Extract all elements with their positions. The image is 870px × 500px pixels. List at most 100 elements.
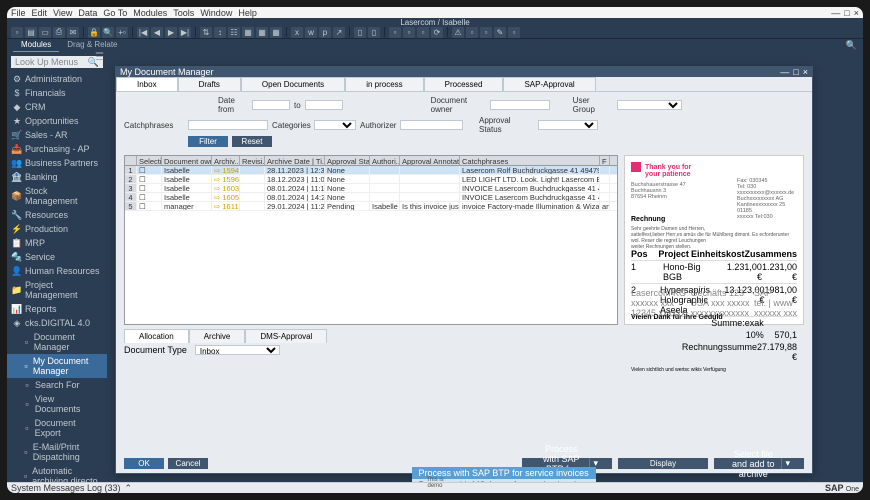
tb-e2-icon[interactable]: ▫ bbox=[403, 27, 415, 38]
menu-goto[interactable]: Go To bbox=[103, 8, 127, 18]
modal-minimize-icon[interactable]: — bbox=[780, 67, 789, 77]
close-icon[interactable]: × bbox=[854, 8, 859, 18]
grid-row[interactable]: 1☐Isabelle⇨ 159428.11.2023 | 12:36NoneLa… bbox=[125, 166, 617, 175]
grid-header[interactable]: Authori... bbox=[370, 156, 400, 165]
tb-find-icon[interactable]: 🔍 bbox=[102, 27, 114, 38]
grid-header[interactable]: Catchphrases bbox=[460, 156, 600, 165]
sidebar-item[interactable]: 📁Project Management bbox=[7, 278, 107, 302]
menu-view[interactable]: View bbox=[53, 8, 72, 18]
grid-row[interactable]: 4☐Isabelle⇨ 160508.01.2024 | 14:26NoneIN… bbox=[125, 193, 617, 202]
nav-tab-drag[interactable]: Drag & Relate bbox=[59, 38, 125, 53]
date-from-input[interactable] bbox=[252, 100, 290, 110]
status-text[interactable]: System Messages Log (33) bbox=[11, 483, 121, 493]
sub-tab-archive[interactable]: Archive bbox=[189, 329, 246, 343]
sidebar-item[interactable]: 🔩Service bbox=[7, 250, 107, 264]
grid-row[interactable]: 3☐Isabelle⇨ 160308.01.2024 | 11:13NoneIN… bbox=[125, 184, 617, 193]
grid-row[interactable]: 2☐Isabelle⇨ 159618.12.2023 | 11:06NoneLE… bbox=[125, 175, 617, 184]
sidebar-subitem[interactable]: ▫Document Manager bbox=[7, 330, 107, 354]
grid-header[interactable] bbox=[125, 156, 137, 165]
tb-e3-icon[interactable]: ▫ bbox=[417, 27, 429, 38]
tb-prev-icon[interactable]: ◀ bbox=[151, 27, 163, 38]
tab-sap-approval[interactable]: SAP-Approval bbox=[503, 77, 595, 91]
date-to-input[interactable] bbox=[305, 100, 343, 110]
sidebar-item[interactable]: ◈cks.DIGITAL 4.0 bbox=[7, 316, 107, 330]
tb-e8-icon[interactable]: ▫ bbox=[508, 27, 520, 38]
hamburger-icon[interactable]: ☰ bbox=[95, 52, 104, 63]
modal-maximize-icon[interactable]: □ bbox=[793, 67, 798, 77]
tb-lock-icon[interactable]: 🔒 bbox=[88, 27, 100, 38]
tab-open-documents[interactable]: Open Documents bbox=[241, 77, 345, 91]
maximize-icon[interactable]: □ bbox=[844, 8, 849, 18]
tb-e4-icon[interactable]: ⟳ bbox=[431, 27, 443, 38]
grid-header[interactable]: Selecti... bbox=[137, 156, 162, 165]
minimize-icon[interactable]: — bbox=[831, 8, 840, 18]
grid-header[interactable]: Revisi... bbox=[240, 156, 265, 165]
sidebar-item[interactable]: $Financials bbox=[7, 86, 107, 100]
tb-tree-icon[interactable]: ☷ bbox=[228, 27, 240, 38]
sidebar-item[interactable]: 🔧Resources bbox=[7, 208, 107, 222]
tb-filter-icon[interactable]: ⇅ bbox=[200, 27, 212, 38]
tb-x2-icon[interactable]: ▦ bbox=[256, 27, 268, 38]
sidebar-item[interactable]: ◆CRM bbox=[7, 100, 107, 114]
sidebar-item[interactable]: ⚙Administration bbox=[7, 72, 107, 86]
doc-owner-input[interactable] bbox=[490, 100, 550, 110]
sidebar-subitem[interactable]: ▫Automatic archiving directo bbox=[7, 464, 107, 482]
grid-header[interactable]: Archive Date | Ti... bbox=[265, 156, 325, 165]
grid-row[interactable]: 5☐manager⇨ 161129.01.2024 | 11:25Pending… bbox=[125, 202, 617, 211]
lookup-menus-input[interactable]: Look Up Menus🔍 bbox=[11, 56, 103, 68]
tab-in-process[interactable]: in process bbox=[345, 77, 423, 91]
documents-grid[interactable]: Selecti...Document ownerArchiv...Revisi.… bbox=[124, 155, 618, 325]
tb-next-icon[interactable]: ▶ bbox=[165, 27, 177, 38]
modal-titlebar[interactable]: My Document Manager — □ × bbox=[116, 67, 812, 77]
tb-add-icon[interactable]: +▫ bbox=[116, 27, 128, 38]
cancel-button[interactable]: Cancel bbox=[168, 458, 208, 469]
grid-header[interactable]: Document owner bbox=[162, 156, 212, 165]
reset-button[interactable]: Reset bbox=[232, 136, 272, 147]
menu-window[interactable]: Window bbox=[200, 8, 232, 18]
tab-inbox[interactable]: Inbox bbox=[116, 77, 178, 91]
tb-new-icon[interactable]: ▫ bbox=[11, 27, 23, 38]
tb-word-icon[interactable]: w bbox=[305, 27, 317, 38]
sidebar-item[interactable]: ★Opportunities bbox=[7, 114, 107, 128]
nav-tab-modules[interactable]: Modules bbox=[13, 38, 59, 53]
sidebar-subitem[interactable]: ▫My Document Manager bbox=[7, 354, 107, 378]
grid-header[interactable]: Approval Sta... bbox=[325, 156, 370, 165]
tb-e7-icon[interactable]: ✎ bbox=[494, 27, 506, 38]
status-chevron-icon[interactable]: ⌃ bbox=[125, 483, 133, 494]
ok-button[interactable]: OK bbox=[124, 458, 164, 469]
sidebar-item[interactable]: ⚡Production bbox=[7, 222, 107, 236]
grid-header[interactable]: F bbox=[600, 156, 610, 165]
tab-processed[interactable]: Processed bbox=[424, 77, 504, 91]
user-group-select[interactable] bbox=[617, 100, 682, 110]
tab-drafts[interactable]: Drafts bbox=[178, 77, 241, 91]
doctype-select[interactable]: Inbox bbox=[195, 345, 280, 355]
menu-edit[interactable]: Edit bbox=[32, 8, 48, 18]
tb-launch-icon[interactable]: ↗ bbox=[333, 27, 345, 38]
tb-sort-icon[interactable]: ↕ bbox=[214, 27, 226, 38]
tb-alert-icon[interactable]: ⚠ bbox=[452, 27, 464, 38]
sidebar-item[interactable]: 🛒Sales - AR bbox=[7, 128, 107, 142]
sidebar-subitem[interactable]: ▫Search For bbox=[7, 378, 107, 392]
modal-close-icon[interactable]: × bbox=[803, 67, 808, 77]
sidebar-item[interactable]: 👤Human Resources bbox=[7, 264, 107, 278]
sub-tab-dms-approval[interactable]: DMS-Approval bbox=[245, 329, 327, 343]
tb-x3-icon[interactable]: ▦ bbox=[270, 27, 282, 38]
grid-header[interactable]: Archiv... bbox=[212, 156, 240, 165]
sidebar-item[interactable]: 📥Purchasing - AP bbox=[7, 142, 107, 156]
sub-tab-allocation[interactable]: Allocation bbox=[124, 329, 189, 343]
menu-data[interactable]: Data bbox=[78, 8, 97, 18]
menu-help[interactable]: Help bbox=[238, 8, 257, 18]
sidebar-item[interactable]: 📊Reports bbox=[7, 302, 107, 316]
tb-x1-icon[interactable]: ▦ bbox=[242, 27, 254, 38]
menu-file[interactable]: File bbox=[11, 8, 26, 18]
tb-first-icon[interactable]: |◀ bbox=[137, 27, 149, 38]
sidebar-item[interactable]: 🏦Banking bbox=[7, 170, 107, 184]
sidebar-subitem[interactable]: ▫Document Export bbox=[7, 416, 107, 440]
grid-header[interactable]: Approval Annotati... bbox=[400, 156, 460, 165]
filter-button[interactable]: Filter bbox=[188, 136, 228, 147]
catchphrases-input[interactable] bbox=[188, 120, 268, 130]
sidebar-item[interactable]: 📦Stock Management bbox=[7, 184, 107, 208]
tb-data-icon[interactable]: ▤ bbox=[25, 27, 37, 38]
sidebar-item[interactable]: 👥Business Partners bbox=[7, 156, 107, 170]
tb-pdf-icon[interactable]: p bbox=[319, 27, 331, 38]
